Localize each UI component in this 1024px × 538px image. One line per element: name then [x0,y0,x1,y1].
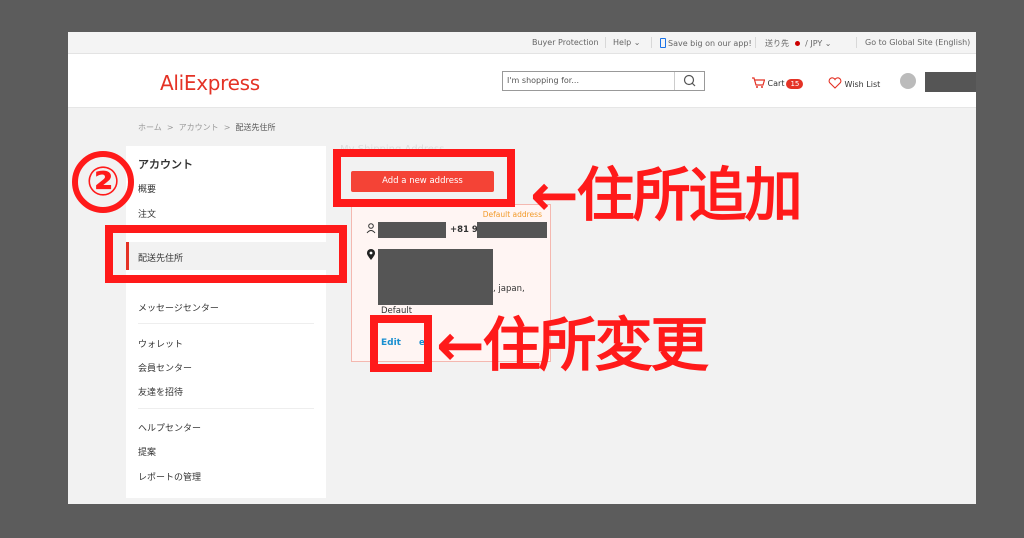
annotation-box-edit-link [370,315,432,372]
divider [651,37,652,48]
global-site-link[interactable]: Go to Global Site (English) [865,38,970,47]
chevron-down-icon: ⌄ [824,39,832,48]
sidebar-item-suggestions[interactable]: 提案 [138,445,156,458]
redacted-address [378,249,493,305]
aliexpress-logo[interactable]: AliExpress [160,71,260,95]
breadcrumb-separator: > [166,123,174,132]
search-bar[interactable]: I'm shopping for... [502,71,705,91]
screenshot-frame: Buyer Protection Help ⌄ Save big on our … [68,32,976,504]
cart-icon [752,77,766,88]
divider [138,408,314,409]
search-icon [683,74,696,87]
top-utility-bar: Buyer Protection Help ⌄ Save big on our … [68,32,976,54]
sidebar-title: アカウント [138,158,193,171]
divider [138,323,314,324]
sidebar-item-reports[interactable]: レポートの管理 [138,470,201,483]
site-header: AliExpress I'm shopping for... Cart 15 Wi… [68,54,976,108]
divider [605,37,606,48]
sidebar-item-orders[interactable]: 注文 [138,207,156,220]
account-sidebar: アカウント 概要 注文 配送先住所 メッセージセンター ウォレット 会員センター… [126,146,326,498]
breadcrumb-separator: > [223,123,231,132]
ship-to-selector[interactable]: 送り先 / JPY ⌄ [765,38,831,49]
breadcrumb-home[interactable]: ホーム [138,123,162,132]
address-country: , japan, [493,284,525,294]
sidebar-item-overview[interactable]: 概要 [138,182,156,195]
sidebar-item-invite[interactable]: 友達を招待 [138,385,183,398]
breadcrumb-current: 配送先住所 [235,123,276,132]
help-menu[interactable]: Help ⌄ [613,38,641,47]
cart-link[interactable]: Cart 15 [751,77,804,89]
annotation-box-add-button [333,149,515,207]
sidebar-item-membership[interactable]: 会員センター [138,361,192,374]
app-promo-link[interactable]: Save big on our app! [660,38,752,48]
chevron-down-icon: ⌄ [633,38,641,47]
breadcrumb-account[interactable]: アカウント [179,123,219,132]
sidebar-item-wallet[interactable]: ウォレット [138,337,183,350]
breadcrumb: ホーム > アカウント > 配送先住所 [138,122,276,133]
heart-icon [828,77,842,89]
sidebar-item-help-center[interactable]: ヘルプセンター [138,421,201,434]
step-number-circle: ② [72,151,134,213]
search-input[interactable]: I'm shopping for... [507,76,579,85]
buyer-protection-link[interactable]: Buyer Protection [532,38,599,47]
wishlist-label: Wish List [844,80,881,89]
divider [856,37,857,48]
redacted-username [925,72,976,92]
annotation-change-address-label: ←住所変更 [436,311,709,379]
cart-label: Cart [767,79,785,88]
divider [755,37,756,48]
person-icon [366,223,376,234]
wishlist-link[interactable]: Wish List [828,77,880,89]
annotation-add-address-label: ←住所追加 [530,161,803,229]
app-promo-label: Save big on our app! [668,39,752,48]
location-pin-icon [367,249,375,260]
japan-flag-icon [794,41,800,46]
annotation-box-shipping-address [105,225,347,283]
search-button[interactable] [674,72,704,90]
cart-count-badge: 15 [786,79,804,89]
phone-icon [660,38,666,48]
avatar-icon[interactable] [900,73,916,89]
sidebar-item-message-center[interactable]: メッセージセンター [138,301,219,314]
currency-label: JPY [810,39,823,48]
help-label: Help [613,38,632,47]
ship-to-label: 送り先 [765,39,789,48]
redacted-name [378,222,446,238]
